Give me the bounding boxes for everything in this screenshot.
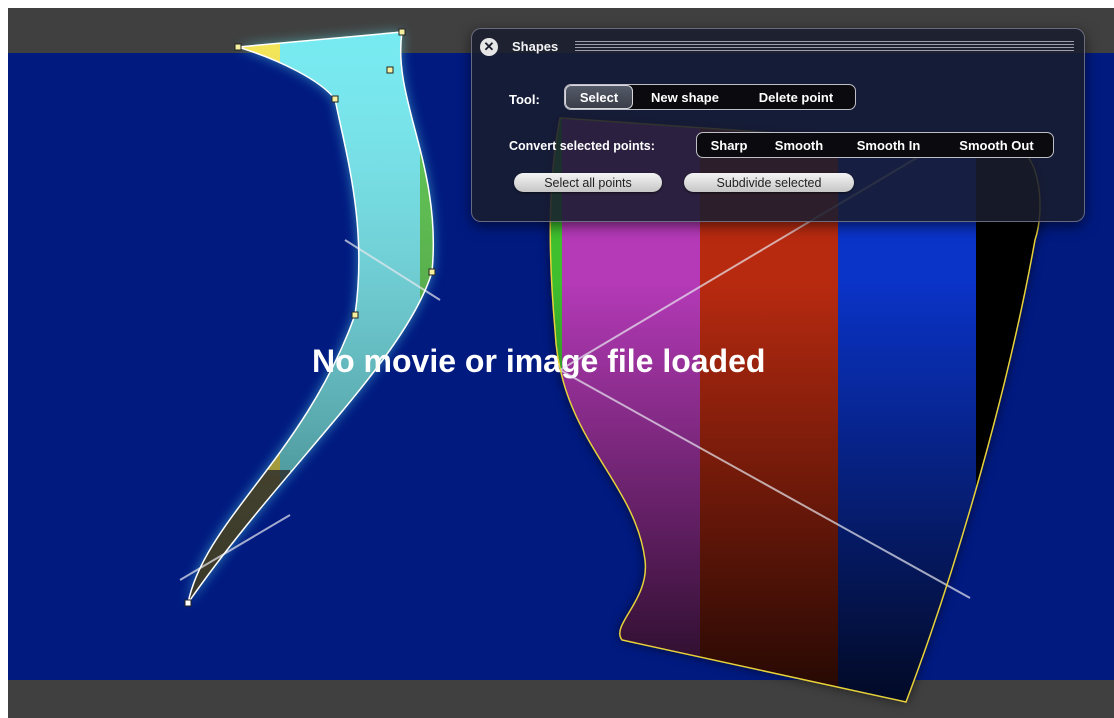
control-point[interactable]: [398, 28, 406, 36]
tool-label: Tool:: [509, 92, 540, 107]
no-file-message: No movie or image file loaded: [312, 343, 765, 379]
convert-smooth-in-button[interactable]: Smooth In: [837, 133, 940, 157]
title-bar-grip[interactable]: [575, 41, 1074, 52]
tool-delete-point-button[interactable]: Delete point: [737, 85, 855, 109]
control-point[interactable]: [184, 599, 192, 607]
control-point[interactable]: [428, 268, 436, 276]
control-point[interactable]: [331, 95, 339, 103]
tool-select-button[interactable]: Select: [565, 85, 633, 109]
tool-segmented-control: Select New shape Delete point: [564, 84, 856, 110]
panel-title: Shapes: [512, 39, 559, 54]
tool-new-shape-button[interactable]: New shape: [633, 85, 737, 109]
convert-smooth-out-button[interactable]: Smooth Out: [940, 133, 1053, 157]
convert-segmented-control: Sharp Smooth Smooth In Smooth Out: [696, 132, 1054, 158]
select-all-points-button[interactable]: Select all points: [514, 173, 662, 192]
control-point[interactable]: [234, 43, 242, 51]
subdivide-selected-button[interactable]: Subdivide selected: [684, 173, 854, 192]
control-point[interactable]: [351, 311, 359, 319]
convert-sharp-button[interactable]: Sharp: [697, 133, 761, 157]
app-window: No movie or image file loaded ✕ Shapes T…: [0, 0, 1114, 718]
convert-smooth-button[interactable]: Smooth: [761, 133, 837, 157]
shapes-panel: ✕ Shapes Tool: Select New shape Delete p…: [471, 28, 1085, 222]
control-point[interactable]: [386, 66, 394, 74]
convert-label: Convert selected points:: [509, 139, 655, 153]
close-icon[interactable]: ✕: [480, 38, 498, 56]
